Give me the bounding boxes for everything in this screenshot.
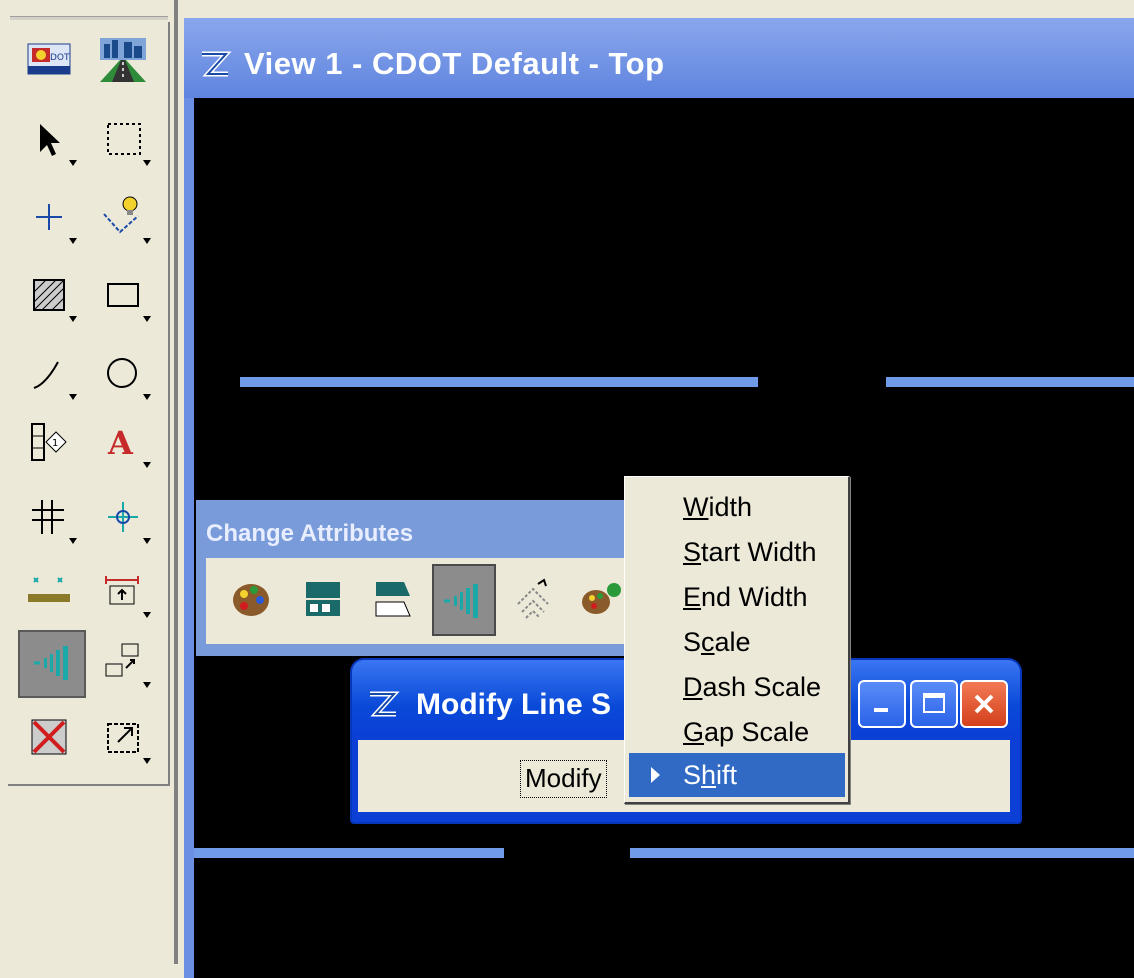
dimension-icon[interactable]: [18, 560, 80, 622]
modify-line-style-icon[interactable]: [18, 630, 86, 698]
drawn-line[interactable]: [886, 377, 1134, 387]
cell-icon[interactable]: 1: [18, 410, 80, 472]
palette-divider: [174, 0, 178, 964]
microstation-logo-icon: [370, 691, 400, 717]
menu-item-label: Gap Scale: [683, 717, 810, 747]
palette-grip: [10, 16, 168, 20]
view-title: View 1 - CDOT Default - Top: [244, 46, 665, 81]
modify-option-button[interactable]: Modify: [520, 760, 607, 798]
selected-arrow-icon: [651, 767, 660, 783]
view-title-bar[interactable]: View 1 - CDOT Default - Top: [184, 18, 1134, 98]
menu-item-label: Start Width: [683, 537, 817, 567]
delete-icon[interactable]: [18, 706, 80, 768]
palette-icon[interactable]: [220, 564, 284, 636]
circle-icon[interactable]: [92, 342, 154, 404]
menu-item-start-width[interactable]: Start Width: [629, 530, 845, 574]
svg-text:1: 1: [52, 438, 58, 449]
modify-options-menu: Width Start Width End Width Scale Dash S…: [624, 476, 850, 804]
menu-item-gap-scale[interactable]: Gap Scale: [629, 710, 845, 754]
tool-palette: DOT 1 A: [0, 0, 178, 964]
pattern-icon[interactable]: [502, 564, 566, 636]
grid-icon[interactable]: [18, 486, 80, 548]
dialog-title: Modify Line S: [416, 688, 611, 721]
roadway-icon[interactable]: [92, 28, 154, 90]
close-icon: [974, 694, 994, 714]
fence-icon[interactable]: [92, 108, 154, 170]
color-icon[interactable]: [568, 564, 632, 636]
hatch-icon[interactable]: [18, 264, 80, 326]
modify-line-style-toolbar-icon[interactable]: [432, 564, 496, 636]
menu-item-label: Width: [683, 492, 753, 522]
line-style-icon[interactable]: [292, 564, 356, 636]
line-weight-icon[interactable]: [362, 564, 426, 636]
microstation-logo-icon: [202, 51, 232, 77]
menu-item-label: Dash Scale: [683, 672, 822, 702]
arc-icon[interactable]: [18, 342, 80, 404]
svg-text:A: A: [107, 424, 134, 462]
maximize-button[interactable]: [910, 680, 958, 728]
rectangle-icon[interactable]: [92, 264, 154, 326]
cdot-logo-icon[interactable]: DOT: [18, 28, 80, 90]
snap-icon[interactable]: [92, 186, 154, 248]
annotate-icon[interactable]: [92, 560, 154, 622]
transform-icon[interactable]: [92, 630, 154, 692]
select-arrow-icon[interactable]: [18, 108, 80, 170]
change-attributes-toolbar: Change Attributes: [196, 500, 636, 656]
text-icon[interactable]: A: [92, 410, 154, 472]
measure-icon[interactable]: [92, 486, 154, 548]
maximize-icon: [923, 693, 945, 713]
drawn-line[interactable]: [240, 377, 758, 387]
menu-item-label: Shift: [683, 760, 738, 790]
menu-item-width[interactable]: Width: [629, 485, 845, 529]
view-icon[interactable]: [92, 706, 154, 768]
menu-item-dash-scale[interactable]: Dash Scale: [629, 665, 845, 709]
menu-item-label: Scale: [683, 627, 751, 657]
menu-item-label: End Width: [683, 582, 808, 612]
menu-item-scale[interactable]: Scale: [629, 620, 845, 664]
toolbar-body: [206, 558, 636, 644]
svg-text:DOT: DOT: [50, 53, 70, 63]
menu-item-shift[interactable]: Shift: [629, 753, 845, 797]
minimize-icon: [874, 708, 888, 712]
drawn-line[interactable]: [194, 848, 504, 858]
close-button[interactable]: [960, 680, 1008, 728]
menu-item-end-width[interactable]: End Width: [629, 575, 845, 619]
toolbar-title[interactable]: Change Attributes: [206, 520, 413, 548]
drawn-line[interactable]: [630, 848, 1134, 858]
minimize-button[interactable]: [858, 680, 906, 728]
point-icon[interactable]: [18, 186, 80, 248]
